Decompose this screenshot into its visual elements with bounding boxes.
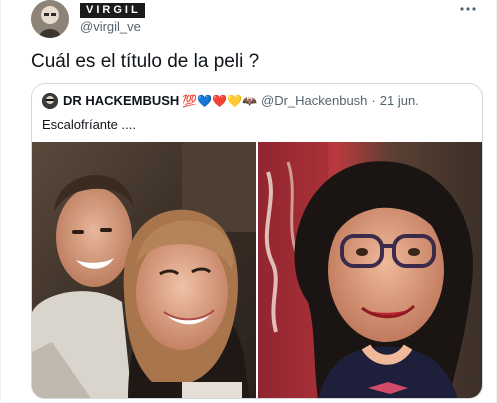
couple-photo-image	[32, 142, 256, 398]
quoted-author-handle[interactable]: @Dr_Hackenbush	[261, 93, 367, 109]
photo-couple[interactable]	[32, 142, 256, 398]
avatar-image	[31, 0, 69, 38]
author-handle[interactable]: @virgil_ve	[80, 19, 141, 34]
quoted-tweet-text: Escalofríante ....	[42, 117, 136, 132]
photo-woman-glasses[interactable]	[258, 142, 482, 398]
quoted-author-emojis: 💯💙❤️💛🦇	[182, 94, 257, 108]
author-name[interactable]: VIRGIL	[80, 3, 145, 18]
tweet-card: VIRGIL @virgil_ve Cuál es el título de l…	[0, 0, 497, 403]
quoted-tweet-date[interactable]: 21 jun.	[380, 93, 419, 109]
separator-dot: ·	[371, 93, 376, 108]
more-options-icon[interactable]	[456, 0, 480, 18]
tweet-text: Cuál es el título de la peli ?	[31, 51, 260, 72]
quoted-tweet[interactable]: DR HACKEMBUSH 💯💙❤️💛🦇 @Dr_Hackenbush · 21…	[31, 83, 483, 399]
more-horizontal-icon	[460, 7, 476, 11]
author-name-text: VIRGIL	[80, 3, 145, 18]
quoted-author-avatar[interactable]	[42, 93, 58, 109]
quoted-tweet-header: DR HACKEMBUSH 💯💙❤️💛🦇 @Dr_Hackenbush · 21…	[42, 93, 419, 109]
quoted-avatar-image	[42, 93, 58, 109]
quoted-author-name[interactable]: DR HACKEMBUSH	[63, 93, 179, 109]
author-avatar[interactable]	[31, 0, 69, 38]
woman-photo-image	[258, 142, 482, 398]
